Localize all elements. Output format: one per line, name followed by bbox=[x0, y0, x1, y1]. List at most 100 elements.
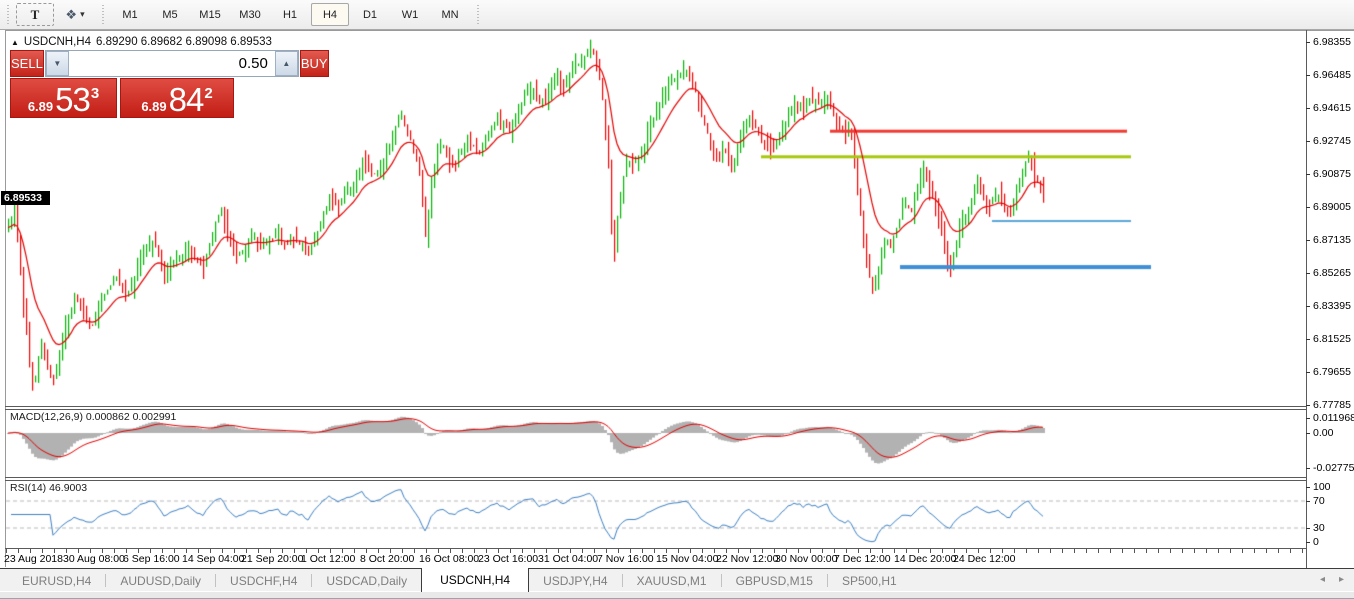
date-label: 7 Dec 12:00 bbox=[834, 553, 891, 565]
date-label: 16 Oct 08:00 bbox=[419, 553, 480, 565]
timeframe-button-mn[interactable]: MN bbox=[431, 3, 469, 26]
price-tick bbox=[1306, 240, 1310, 241]
date-label: 23 Aug 2018 bbox=[4, 553, 63, 565]
panel-separator bbox=[5, 480, 1307, 481]
pointer-tool-button[interactable]: ❖ ▾ bbox=[56, 3, 94, 26]
rsi-label: RSI(14) 46.9003 bbox=[10, 482, 88, 494]
panel-separator[interactable] bbox=[5, 477, 1307, 478]
tab-scroll-left-icon[interactable]: ◂ bbox=[1320, 574, 1325, 585]
chart-tab-sp500-h1[interactable]: SP500,H1 bbox=[828, 569, 911, 592]
tab-scroll-buttons: ◂ ▸ bbox=[1320, 568, 1344, 591]
panel-separator[interactable] bbox=[5, 406, 1307, 407]
chart-tab-audusd-daily[interactable]: AUDUSD,Daily bbox=[106, 569, 215, 592]
one-click-trading-widget: SELL ▼ ▲ BUY 6.89 53 3 6.89 84 2 bbox=[10, 50, 329, 118]
price-tick-label: 6.90875 bbox=[1313, 168, 1351, 180]
price-tick bbox=[1306, 339, 1310, 340]
timeframe-button-m30[interactable]: M30 bbox=[231, 3, 269, 26]
buy-price-sup: 2 bbox=[204, 85, 213, 102]
price-tick bbox=[1306, 141, 1310, 142]
sell-price-sup: 3 bbox=[90, 85, 100, 102]
toolbar: T ❖ ▾ M1 M5 M15 M30 H1 H4 D1 W1 MN bbox=[0, 0, 1354, 30]
chart-tab-eurusd-h4[interactable]: EURUSD,H4 bbox=[8, 569, 105, 592]
indicator-axis-label: 0.011968 bbox=[1313, 412, 1354, 424]
volume-increase-button[interactable]: ▲ bbox=[274, 51, 298, 76]
price-tick-label: 6.92745 bbox=[1313, 135, 1351, 147]
volume-input[interactable] bbox=[68, 51, 275, 76]
price-tick-label: 6.79655 bbox=[1313, 366, 1351, 378]
buy-price-big: 84 bbox=[168, 81, 205, 118]
date-label: 21 Sep 20:00 bbox=[241, 553, 304, 565]
date-label: 31 Oct 04:00 bbox=[538, 553, 599, 565]
timeframe-group: M1 M5 M15 M30 H1 H4 D1 W1 MN bbox=[110, 3, 470, 26]
macd-panel-canvas[interactable] bbox=[6, 409, 1306, 477]
terminal-window: T ❖ ▾ M1 M5 M15 M30 H1 H4 D1 W1 MN ▲ USDCNH,H4 6… bbox=[0, 0, 1354, 599]
timeframe-button-d1[interactable]: D1 bbox=[351, 3, 389, 26]
price-tick bbox=[1306, 174, 1310, 175]
sell-button[interactable]: SELL bbox=[10, 50, 44, 77]
date-label: 6 Sep 16:00 bbox=[123, 553, 180, 565]
date-label: 24 Dec 12:00 bbox=[953, 553, 1016, 565]
chart-tab-gbpusd-m15[interactable]: GBPUSD,M15 bbox=[722, 569, 827, 592]
indicator-tick bbox=[1306, 542, 1310, 543]
chart-tab-bar: EURUSD,H4 AUDUSD,Daily USDCHF,H4 USDCAD,Dai… bbox=[0, 568, 1354, 592]
volume-decrease-button[interactable]: ▼ bbox=[45, 51, 69, 76]
toolbar-grip[interactable] bbox=[476, 4, 481, 25]
chart-tab-xauusd-m1[interactable]: XAUUSD,M1 bbox=[623, 569, 721, 592]
price-tick bbox=[1306, 405, 1310, 406]
indicator-tick bbox=[1306, 487, 1310, 488]
chart-tab-usdjpy-h4[interactable]: USDJPY,H4 bbox=[529, 569, 621, 592]
indicator-axis-label: -0.027758 bbox=[1313, 462, 1354, 474]
price-tick-label: 6.85265 bbox=[1313, 267, 1351, 279]
price-tick-label: 6.89005 bbox=[1313, 201, 1351, 213]
time-axis[interactable]: 23 Aug 2018 30 Aug 08:00 6 Sep 16:00 14 Sep… bbox=[0, 553, 1306, 567]
collapse-triangle-icon[interactable]: ▲ bbox=[11, 38, 19, 47]
date-label: 23 Oct 16:00 bbox=[478, 553, 539, 565]
spinner-up-icon: ▲ bbox=[282, 59, 291, 68]
date-label: 22 Nov 12:00 bbox=[716, 553, 779, 565]
date-label: 15 Nov 04:00 bbox=[656, 553, 719, 565]
price-tick bbox=[1306, 42, 1310, 43]
indicator-axis-label: 70 bbox=[1313, 495, 1325, 507]
date-label: 30 Nov 00:00 bbox=[775, 553, 838, 565]
price-tick-label: 6.94615 bbox=[1313, 102, 1351, 114]
chart-tab-usdcnh-h4[interactable]: USDCNH,H4 bbox=[421, 568, 530, 592]
indicator-axis-label: 0.00 bbox=[1313, 427, 1334, 439]
price-tick-label: 6.87135 bbox=[1313, 234, 1351, 246]
indicator-tick bbox=[1306, 433, 1310, 434]
toolbar-grip[interactable] bbox=[101, 4, 106, 25]
rsi-panel-canvas[interactable] bbox=[6, 480, 1306, 548]
price-tick bbox=[1306, 306, 1310, 307]
sell-price-big: 53 bbox=[55, 81, 91, 118]
price-tick-label: 6.77785 bbox=[1313, 399, 1351, 411]
date-label: 8 Oct 20:00 bbox=[360, 553, 415, 565]
date-label: 1 Oct 12:00 bbox=[301, 553, 356, 565]
panel-separator bbox=[5, 409, 1307, 410]
date-label: 14 Sep 04:00 bbox=[182, 553, 245, 565]
buy-button[interactable]: BUY bbox=[299, 50, 329, 77]
chart-tab-usdchf-h4[interactable]: USDCHF,H4 bbox=[216, 569, 311, 592]
indicator-tick bbox=[1306, 501, 1310, 502]
tab-scroll-right-icon[interactable]: ▸ bbox=[1339, 574, 1344, 585]
indicator-tick bbox=[1306, 418, 1310, 419]
timeframe-button-h4[interactable]: H4 bbox=[311, 3, 349, 26]
sell-price-panel[interactable]: 6.89 53 3 bbox=[10, 78, 117, 118]
date-label: 7 Nov 16:00 bbox=[597, 553, 654, 565]
chart-tab-usdcad-daily[interactable]: USDCAD,Daily bbox=[312, 569, 421, 592]
price-tick-label: 6.96485 bbox=[1313, 69, 1351, 81]
timeframe-button-h1[interactable]: H1 bbox=[271, 3, 309, 26]
pointer-tool-icon: ❖ bbox=[65, 6, 78, 22]
price-tick bbox=[1306, 273, 1310, 274]
timeframe-button-m1[interactable]: M1 bbox=[111, 3, 149, 26]
timeframe-button-m5[interactable]: M5 bbox=[151, 3, 189, 26]
spinner-down-icon: ▼ bbox=[53, 59, 62, 68]
status-strip bbox=[0, 591, 1354, 599]
price-tick bbox=[1306, 372, 1310, 373]
price-tick-label: 6.98355 bbox=[1313, 36, 1351, 48]
symbol-label: USDCNH,H4 bbox=[23, 36, 92, 48]
timeframe-button-m15[interactable]: M15 bbox=[191, 3, 229, 26]
date-label: 30 Aug 08:00 bbox=[63, 553, 125, 565]
text-tool-button[interactable]: T bbox=[16, 3, 54, 26]
timeframe-button-w1[interactable]: W1 bbox=[391, 3, 429, 26]
toolbar-grip[interactable] bbox=[6, 4, 11, 25]
buy-price-panel[interactable]: 6.89 84 2 bbox=[120, 78, 234, 118]
